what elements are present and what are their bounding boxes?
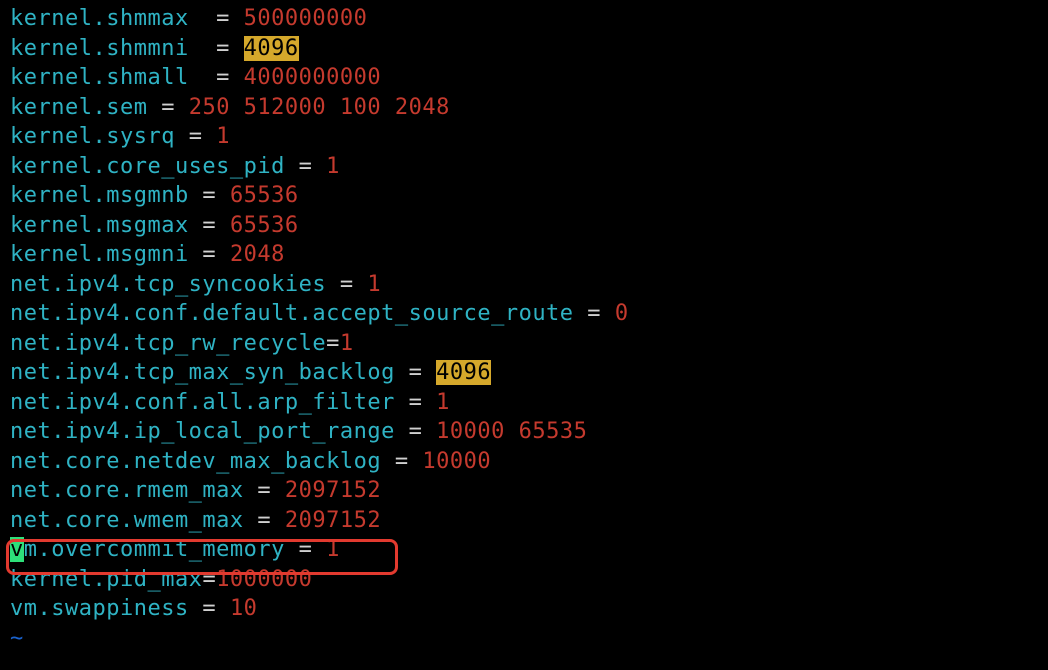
- config-line: net.ipv4.conf.all.arp_filter = 1: [10, 388, 1038, 418]
- equals-sign: =: [189, 6, 244, 31]
- config-line: kernel.core_uses_pid = 1: [10, 152, 1038, 182]
- cursor: v: [10, 537, 24, 562]
- sysctl-value: 1: [216, 124, 230, 149]
- sysctl-key: net.ipv4.ip_local_port_range: [10, 419, 395, 444]
- sysctl-key: kernel.msgmnb: [10, 183, 189, 208]
- sysctl-key: kernel.sysrq: [10, 124, 175, 149]
- equals-sign: =: [326, 272, 367, 297]
- config-line: kernel.shmmax = 500000000: [10, 4, 1038, 34]
- search-match: 4096: [436, 360, 491, 385]
- sysctl-value: 65536: [230, 183, 299, 208]
- equals-sign: =: [326, 331, 340, 356]
- config-line: kernel.shmmni = 4096: [10, 34, 1038, 64]
- sysctl-value: 2097152: [285, 478, 381, 503]
- sysctl-key: net.ipv4.tcp_syncookies: [10, 272, 326, 297]
- equals-sign: =: [147, 95, 188, 120]
- sysctl-value: 10000 65535: [436, 419, 587, 444]
- sysctl-key: m.overcommit_memory: [24, 537, 285, 562]
- config-line: net.ipv4.tcp_rw_recycle=1: [10, 329, 1038, 359]
- config-line: vm.overcommit_memory = 1: [10, 535, 1038, 565]
- sysctl-value: 10: [230, 596, 258, 621]
- config-line: net.ipv4.conf.default.accept_source_rout…: [10, 299, 1038, 329]
- config-line: kernel.pid_max=1000000: [10, 565, 1038, 595]
- sysctl-key: kernel.msgmax: [10, 213, 189, 238]
- sysctl-value: 1: [326, 154, 340, 179]
- sysctl-key: net.core.wmem_max: [10, 508, 244, 533]
- config-line: net.core.rmem_max = 2097152: [10, 476, 1038, 506]
- sysctl-key: kernel.shmmax: [10, 6, 189, 31]
- config-line: net.ipv4.tcp_syncookies = 1: [10, 270, 1038, 300]
- sysctl-key: net.ipv4.conf.all.arp_filter: [10, 390, 395, 415]
- equals-sign: =: [202, 567, 216, 592]
- sysctl-value: 1000000: [216, 567, 312, 592]
- config-line: kernel.shmall = 4000000000: [10, 63, 1038, 93]
- sysctl-value: 65536: [230, 213, 299, 238]
- config-line: kernel.msgmnb = 65536: [10, 181, 1038, 211]
- equals-sign: =: [244, 478, 285, 503]
- equals-sign: =: [189, 596, 230, 621]
- sysctl-key: kernel.shmmni: [10, 36, 189, 61]
- sysctl-key: net.ipv4.conf.default.accept_source_rout…: [10, 301, 574, 326]
- equals-sign: =: [189, 242, 230, 267]
- sysctl-value: 2097152: [285, 508, 381, 533]
- equals-sign: =: [395, 390, 436, 415]
- sysctl-value: 2048: [230, 242, 285, 267]
- config-line: ~: [10, 624, 1038, 654]
- sysctl-value: 1: [367, 272, 381, 297]
- sysctl-value: 250 512000 100 2048: [189, 95, 450, 120]
- config-line: kernel.msgmni = 2048: [10, 240, 1038, 270]
- sysctl-value: 1: [326, 537, 340, 562]
- sysctl-value: 500000000: [244, 6, 368, 31]
- sysctl-key: net.core.rmem_max: [10, 478, 244, 503]
- config-line: net.ipv4.tcp_max_syn_backlog = 4096: [10, 358, 1038, 388]
- config-line: kernel.sem = 250 512000 100 2048: [10, 93, 1038, 123]
- sysctl-key: kernel.core_uses_pid: [10, 154, 285, 179]
- equals-sign: =: [244, 508, 285, 533]
- equals-sign: =: [175, 124, 216, 149]
- sysctl-key: kernel.pid_max: [10, 567, 202, 592]
- equals-sign: =: [189, 36, 244, 61]
- terminal-output: kernel.shmmax = 500000000kernel.shmmni =…: [0, 0, 1048, 653]
- sysctl-key: kernel.msgmni: [10, 242, 189, 267]
- sysctl-key: net.ipv4.tcp_max_syn_backlog: [10, 360, 395, 385]
- equals-sign: =: [189, 213, 230, 238]
- equals-sign: =: [189, 183, 230, 208]
- equals-sign: =: [381, 449, 422, 474]
- config-line: vm.swappiness = 10: [10, 594, 1038, 624]
- sysctl-value: 4000000000: [244, 65, 381, 90]
- equals-sign: =: [395, 360, 436, 385]
- search-match: 4096: [244, 36, 299, 61]
- equals-sign: =: [285, 537, 326, 562]
- sysctl-key: net.core.netdev_max_backlog: [10, 449, 381, 474]
- sysctl-key: kernel.sem: [10, 95, 147, 120]
- equals-sign: =: [285, 154, 326, 179]
- sysctl-key: kernel.shmall: [10, 65, 189, 90]
- equals-sign: =: [574, 301, 615, 326]
- sysctl-value: 1: [436, 390, 450, 415]
- sysctl-key: vm.swappiness: [10, 596, 189, 621]
- equals-sign: =: [395, 419, 436, 444]
- config-line: kernel.sysrq = 1: [10, 122, 1038, 152]
- sysctl-value: 1: [340, 331, 354, 356]
- sysctl-value: 10000: [422, 449, 491, 474]
- equals-sign: =: [189, 65, 244, 90]
- config-line: net.core.netdev_max_backlog = 10000: [10, 447, 1038, 477]
- config-line: net.ipv4.ip_local_port_range = 10000 655…: [10, 417, 1038, 447]
- config-line: kernel.msgmax = 65536: [10, 211, 1038, 241]
- sysctl-value: 0: [615, 301, 629, 326]
- sysctl-key: net.ipv4.tcp_rw_recycle: [10, 331, 326, 356]
- config-line: net.core.wmem_max = 2097152: [10, 506, 1038, 536]
- vim-tilde: ~: [10, 626, 24, 651]
